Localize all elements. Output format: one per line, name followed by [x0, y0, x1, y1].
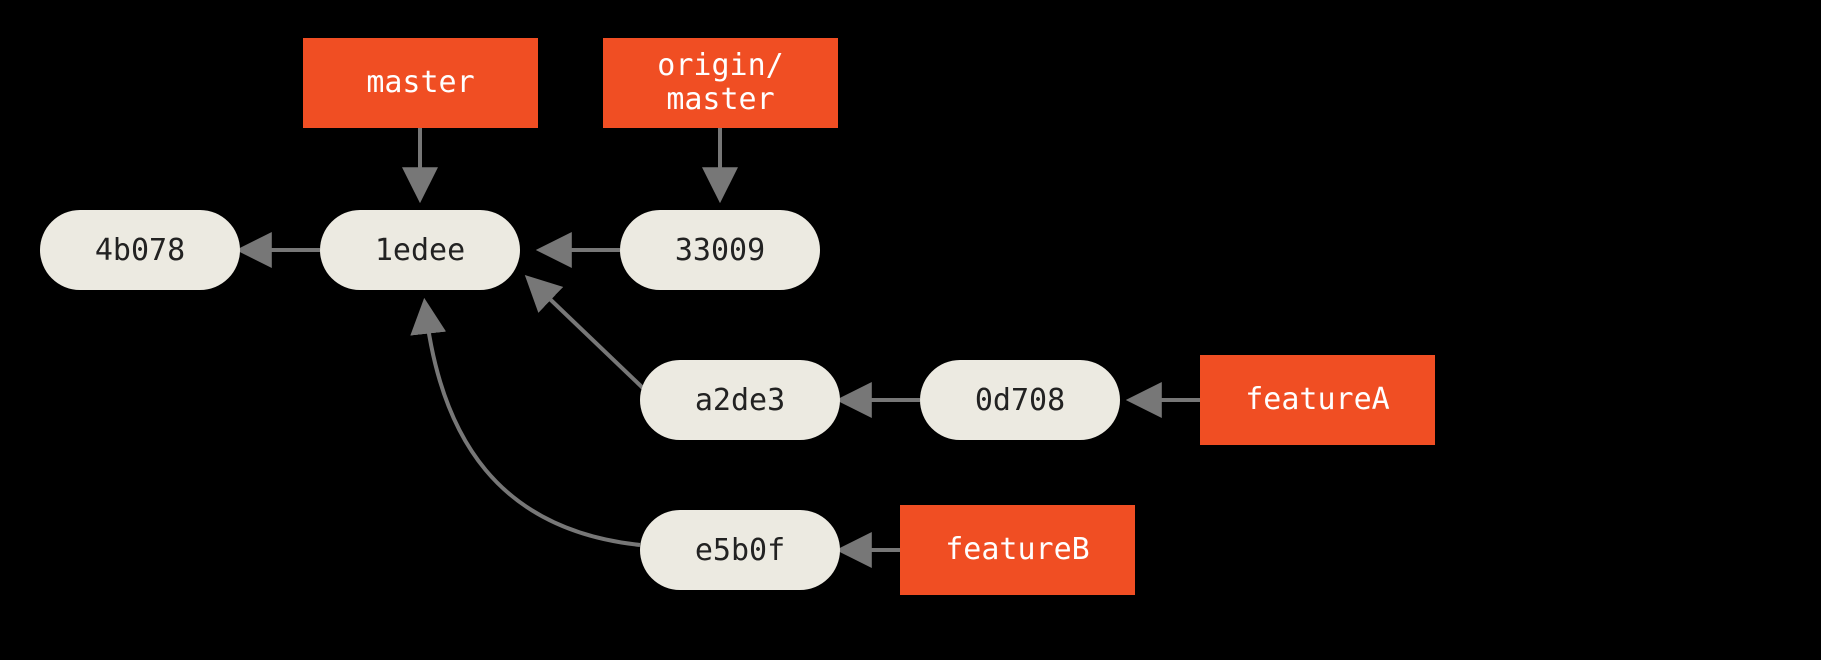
- commit-label: 1edee: [375, 233, 465, 268]
- commit-a2de3: a2de3: [640, 360, 840, 440]
- branch-featureA: featureA: [1200, 355, 1435, 445]
- branch-label: featureA: [1245, 383, 1390, 418]
- commit-1edee: 1edee: [320, 210, 520, 290]
- branch-featureB: featureB: [900, 505, 1135, 595]
- branch-label: origin/ master: [657, 49, 783, 118]
- branch-origin-master: origin/ master: [603, 38, 838, 128]
- commit-label: 33009: [675, 233, 765, 268]
- commit-label: 4b078: [95, 233, 185, 268]
- commit-4b078: 4b078: [40, 210, 240, 290]
- commit-label: a2de3: [695, 383, 785, 418]
- branch-label: featureB: [945, 533, 1090, 568]
- edge-e5b0f-1edee: [425, 305, 640, 545]
- commit-label: 0d708: [975, 383, 1065, 418]
- commit-0d708: 0d708: [920, 360, 1120, 440]
- branch-label: master: [366, 66, 474, 101]
- commit-e5b0f: e5b0f: [640, 510, 840, 590]
- branch-master: master: [303, 38, 538, 128]
- git-graph-diagram: 4b078 1edee 33009 a2de3 0d708 e5b0f mast…: [0, 0, 1821, 660]
- commit-33009: 33009: [620, 210, 820, 290]
- edge-a2de3-1edee: [530, 280, 645, 390]
- commit-label: e5b0f: [695, 533, 785, 568]
